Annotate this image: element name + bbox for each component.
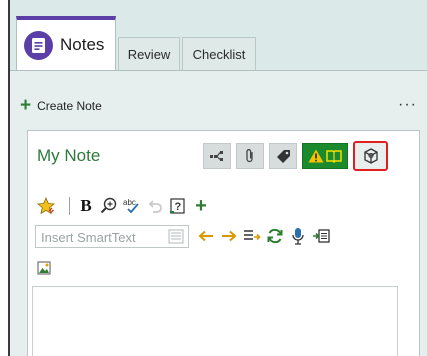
spellcheck-button[interactable]: abc: [121, 195, 143, 217]
book-icon: [326, 150, 342, 163]
refresh-icon: [267, 228, 283, 244]
bold-icon: B: [80, 196, 92, 215]
refresh-button[interactable]: [264, 225, 286, 247]
note-card: My Note B abc ? + Insert SmartText: [27, 130, 420, 356]
toolbar-separator: [69, 197, 70, 215]
smartphrase-help-button[interactable]: ?: [167, 195, 189, 217]
tab-notes[interactable]: Notes: [16, 16, 116, 70]
list-icon: [168, 229, 184, 249]
tab-review[interactable]: Review: [118, 37, 180, 70]
plus-icon: +: [195, 194, 207, 217]
notes-icon: [24, 31, 53, 60]
insert-image-button[interactable]: [37, 261, 51, 280]
zoom-search-icon: [100, 197, 117, 214]
previous-field-button[interactable]: [195, 225, 217, 247]
svg-text:abc: abc: [123, 198, 136, 207]
tab-checklist-label: Checklist: [192, 47, 246, 62]
tab-review-label: Review: [127, 47, 171, 62]
smartphrase-help-icon: ?: [170, 198, 185, 214]
arrow-right-icon: [222, 230, 237, 242]
notes-panel: + Create Note ··· My Note B abc ? + Inse…: [10, 70, 427, 356]
cube-icon: [363, 148, 378, 164]
svg-text:?: ?: [175, 201, 182, 213]
insert-document-icon: [313, 229, 330, 243]
microphone-icon: [292, 228, 304, 245]
share-button[interactable]: [203, 143, 231, 169]
plus-icon: +: [20, 95, 32, 116]
next-field-button[interactable]: [218, 225, 240, 247]
insert-list-button[interactable]: [241, 225, 263, 247]
dictation-button[interactable]: [287, 225, 309, 247]
warning-icon: [308, 149, 324, 163]
create-note-label: Create Note: [37, 99, 102, 113]
more-options-button[interactable]: ···: [398, 96, 417, 114]
tag-button[interactable]: [269, 143, 297, 169]
bold-button[interactable]: B: [75, 195, 97, 217]
note-editor[interactable]: [32, 286, 398, 356]
paperclip-icon: [246, 149, 253, 163]
star-icon: [37, 197, 55, 215]
share-icon: [210, 151, 223, 161]
tab-notes-label: Notes: [60, 35, 105, 54]
create-note-button[interactable]: + Create Note: [20, 95, 102, 116]
smarttext-placeholder: Insert SmartText: [41, 230, 136, 245]
undo-button[interactable]: [144, 195, 166, 217]
note-title: My Note: [37, 146, 101, 165]
add-button[interactable]: +: [190, 195, 212, 217]
find-button[interactable]: [98, 195, 120, 217]
image-icon: [37, 261, 51, 275]
tag-icon: [276, 149, 290, 163]
insert-note-button[interactable]: [310, 225, 332, 247]
spellcheck-icon: abc: [123, 198, 139, 214]
list-arrow-icon: [244, 230, 261, 241]
tab-checklist[interactable]: Checklist: [182, 37, 256, 70]
alert-book-button[interactable]: [302, 143, 348, 169]
attach-button[interactable]: [236, 143, 264, 169]
favorite-button[interactable]: [35, 195, 57, 217]
cube-button[interactable]: [353, 141, 388, 171]
smarttext-input[interactable]: Insert SmartText: [35, 225, 189, 248]
undo-icon: [148, 200, 162, 213]
arrow-left-icon: [198, 230, 213, 242]
